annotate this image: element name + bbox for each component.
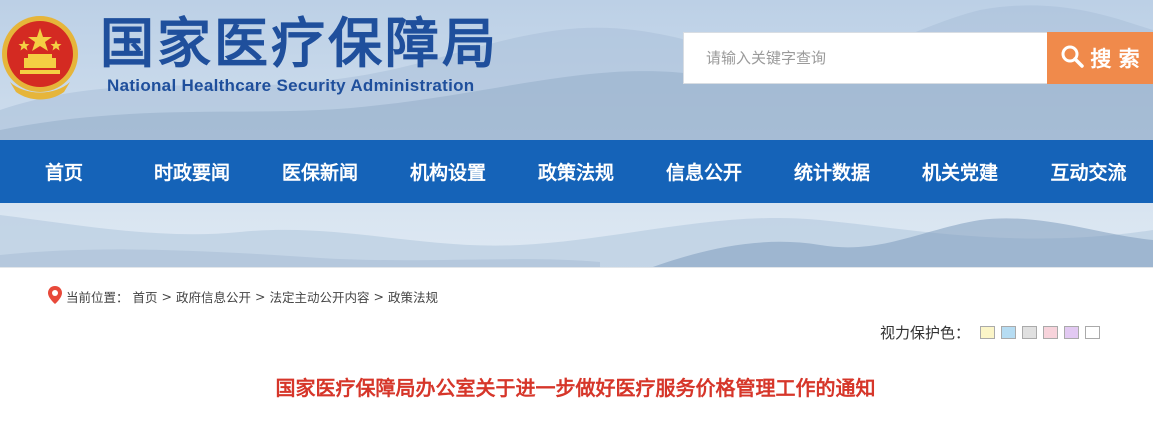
- nav-item-policies[interactable]: 政策法规: [512, 140, 640, 203]
- swatch-gray[interactable]: [1022, 326, 1038, 339]
- article-title-text: 国家医疗保障局办公室关于进一步做好医疗服务价格管理工作的通知: [275, 376, 876, 400]
- nav-item-interaction[interactable]: 互动交流: [1024, 140, 1153, 203]
- breadcrumb-item-policies[interactable]: 政策法规: [388, 287, 438, 306]
- nav-item-statistics[interactable]: 统计数据: [768, 140, 896, 203]
- site-title[interactable]: 国家医疗保障局: [100, 12, 499, 74]
- nav-item-organization[interactable]: 机构设置: [384, 140, 512, 203]
- nav-item-home[interactable]: 首页: [0, 140, 128, 203]
- search-input[interactable]: [684, 33, 1047, 83]
- search-button[interactable]: 搜 索: [1047, 32, 1153, 84]
- nav-item-healthcare-news[interactable]: 医保新闻: [256, 140, 384, 203]
- national-emblem-icon[interactable]: [0, 10, 80, 102]
- nav-item-information-disclosure[interactable]: 信息公开: [640, 140, 768, 203]
- search-button-label: 搜 索: [1090, 47, 1140, 71]
- breadcrumb-item-home[interactable]: 首页: [133, 287, 158, 306]
- color-swatches: [980, 326, 1101, 339]
- eye-protection-color-picker: 视力保护色：: [880, 322, 1101, 343]
- breadcrumb-separator: >: [161, 289, 173, 304]
- swatch-white[interactable]: [1085, 326, 1101, 339]
- breadcrumb-item-gov-info[interactable]: 政府信息公开: [176, 287, 251, 306]
- swatch-blue[interactable]: [1001, 326, 1017, 339]
- breadcrumb-separator: >: [373, 289, 385, 304]
- breadcrumb-item-statutory-disclosure[interactable]: 法定主动公开内容: [270, 287, 370, 306]
- swatch-yellow[interactable]: [980, 326, 996, 339]
- search-box: [683, 32, 1048, 84]
- location-pin-icon: [48, 286, 62, 307]
- eye-protection-label: 视力保护色：: [880, 324, 971, 342]
- swatch-pink[interactable]: [1043, 326, 1059, 339]
- search-icon: [1060, 44, 1085, 73]
- site-subtitle: National Healthcare Security Administrat…: [107, 76, 475, 95]
- content-panel: 当前位置： 首页 > 政府信息公开 > 法定主动公开内容 > 政策法规 视力保护…: [0, 267, 1153, 431]
- breadcrumb-prefix: 当前位置：: [66, 290, 129, 305]
- breadcrumb-separator: >: [255, 289, 266, 304]
- nav-item-current-affairs[interactable]: 时政要闻: [128, 140, 256, 203]
- site-header: 国家医疗保障局 National Healthcare Security Adm…: [0, 0, 1153, 140]
- nav-item-party-building[interactable]: 机关党建: [896, 140, 1024, 203]
- breadcrumb: 当前位置： 首页 > 政府信息公开 > 法定主动公开内容 > 政策法规: [48, 286, 438, 307]
- main-nav: 首页 时政要闻 医保新闻 机构设置 政策法规 信息公开 统计数据 机关党建 互动…: [0, 140, 1153, 203]
- article-title: 国家医疗保障局办公室关于进一步做好医疗服务价格管理工作的通知: [0, 372, 1153, 401]
- swatch-purple[interactable]: [1064, 326, 1080, 339]
